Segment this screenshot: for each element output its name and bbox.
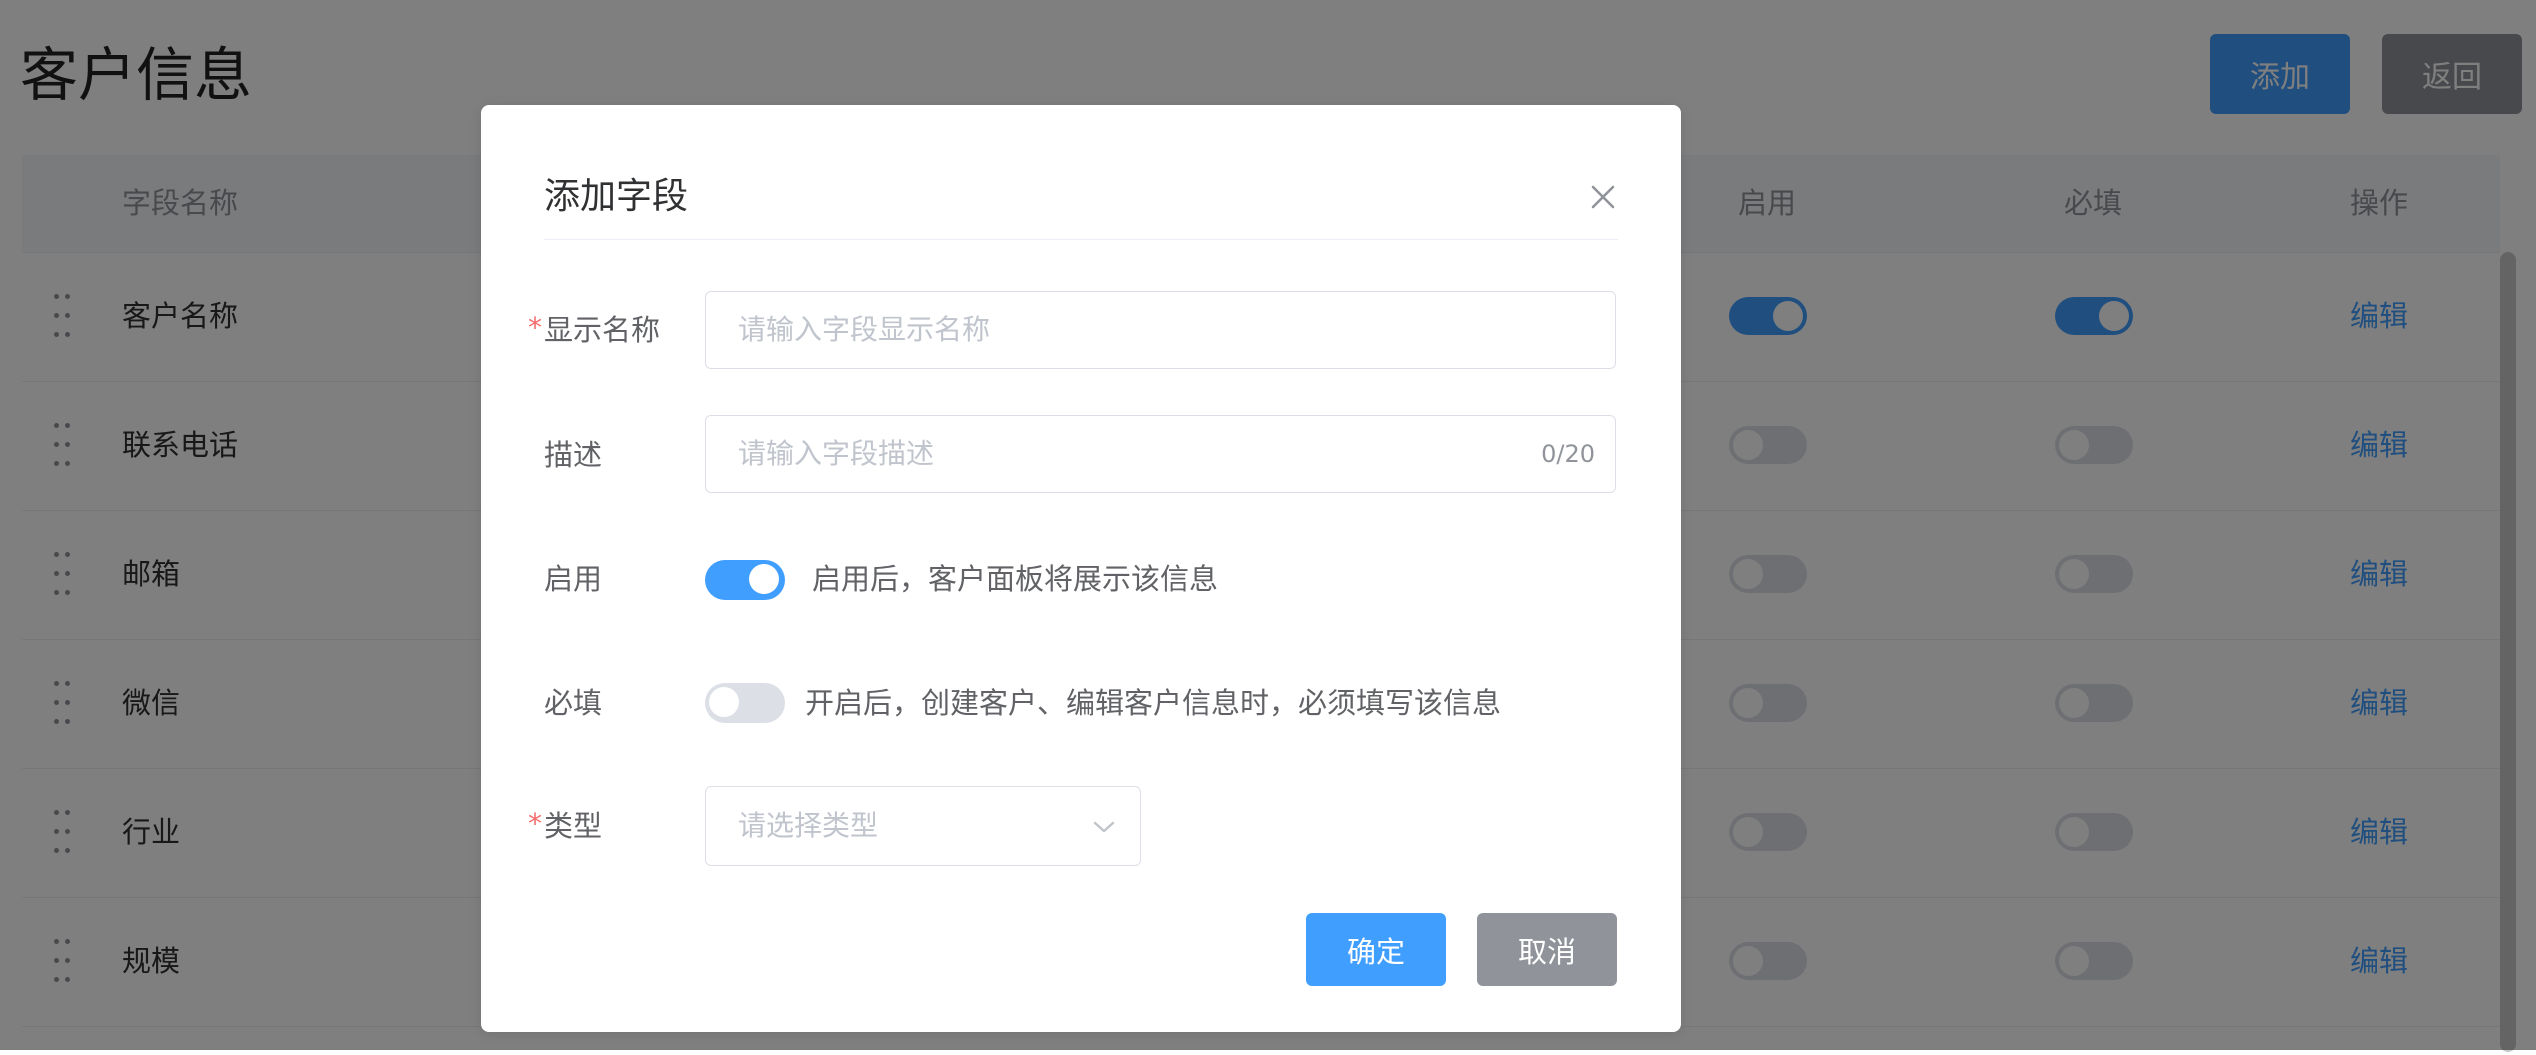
add-field-dialog: 添加字段 * 显示名称 请输入字段显示名称 描述 请输入字段描述 0/20 启用… (481, 105, 1681, 1032)
required-mark: * (528, 807, 542, 840)
description-char-counter: 0/20 (1541, 440, 1595, 468)
cancel-button[interactable]: 取消 (1477, 913, 1617, 986)
enable-switch[interactable] (705, 560, 785, 600)
description-label: 描述 (544, 438, 603, 472)
required-hint: 开启后，创建客户、编辑客户信息时，必须填写该信息 (805, 686, 1502, 720)
type-label: 类型 (544, 809, 603, 843)
description-input[interactable]: 请输入字段描述 0/20 (705, 415, 1616, 493)
display-name-placeholder: 请输入字段显示名称 (738, 313, 991, 346)
description-placeholder: 请输入字段描述 (738, 437, 935, 470)
dialog-title: 添加字段 (544, 176, 689, 217)
required-mark: * (528, 311, 542, 344)
type-placeholder: 请选择类型 (738, 809, 879, 842)
type-select[interactable]: 请选择类型 (705, 786, 1141, 866)
enable-label: 启用 (544, 562, 603, 596)
chevron-down-icon (1092, 815, 1116, 839)
required-switch[interactable] (705, 683, 785, 723)
required-label: 必填 (544, 686, 603, 720)
dialog-divider (544, 239, 1618, 240)
display-name-label: 显示名称 (544, 313, 661, 347)
display-name-input[interactable]: 请输入字段显示名称 (705, 291, 1616, 369)
close-icon[interactable] (1581, 175, 1625, 219)
enable-hint: 启用后，客户面板将展示该信息 (812, 562, 1219, 596)
confirm-button[interactable]: 确定 (1306, 913, 1446, 986)
